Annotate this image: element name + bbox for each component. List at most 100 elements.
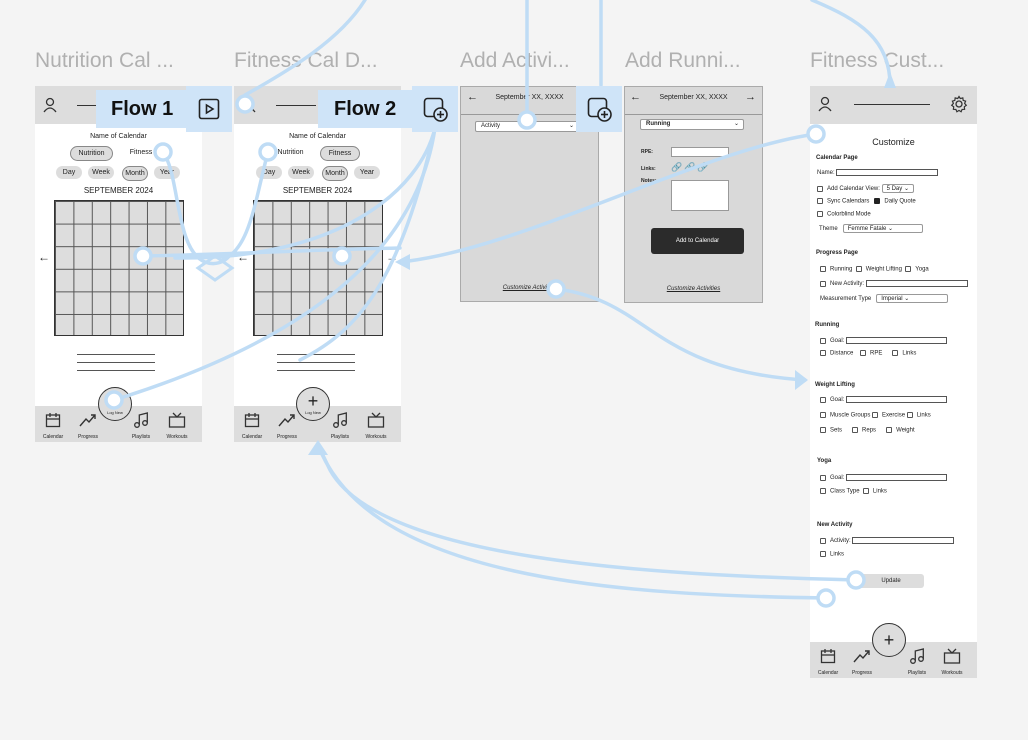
view-week[interactable]: Week xyxy=(88,166,114,179)
header-divider xyxy=(276,105,316,106)
rpe-input[interactable] xyxy=(671,147,729,157)
view-day[interactable]: Day xyxy=(56,166,82,179)
muscle-groups-checkbox[interactable] xyxy=(820,412,826,418)
log-new-button[interactable]: + Log New xyxy=(98,387,132,421)
frame-title-nutrition[interactable]: Nutrition Cal ... xyxy=(35,49,174,73)
toggle-nutrition[interactable]: Nutrition xyxy=(269,146,312,159)
notes-textarea[interactable] xyxy=(671,180,729,211)
view-day[interactable]: Day xyxy=(256,166,282,179)
flow-1-play-icon-box[interactable] xyxy=(186,86,232,132)
yoga-checkbox[interactable] xyxy=(905,266,912,272)
na-activity-checkbox[interactable] xyxy=(820,537,826,544)
view-year[interactable]: Year xyxy=(354,166,380,179)
view-month[interactable]: Month xyxy=(322,166,348,181)
nav-calendar[interactable]: Calendar xyxy=(235,412,269,440)
new-activity-input[interactable] xyxy=(865,280,968,287)
frame-title-customize[interactable]: Fitness Cust... xyxy=(810,49,944,73)
link-icon[interactable]: 🔗🔗🔗 xyxy=(671,162,711,173)
rpe-checkbox[interactable] xyxy=(860,350,867,356)
nav-workouts[interactable]: Workouts xyxy=(160,412,194,440)
toggle-fitness[interactable]: Fitness xyxy=(320,146,360,161)
profile-icon[interactable] xyxy=(43,97,57,113)
calendar-name-input[interactable] xyxy=(836,169,939,176)
profile-icon[interactable] xyxy=(242,97,256,113)
running-links-checkbox[interactable] xyxy=(892,350,899,356)
toggle-nutrition[interactable]: Nutrition xyxy=(70,146,113,161)
theme-select[interactable]: Femme Fatale ⌄ xyxy=(842,224,923,233)
reps-checkbox[interactable] xyxy=(852,427,859,433)
weight-lifting-checkbox[interactable] xyxy=(855,266,862,272)
frame-title-fitness[interactable]: Fitness Cal D... xyxy=(234,49,378,73)
nav-playlists[interactable]: Playlists xyxy=(124,412,158,440)
month-grid[interactable] xyxy=(253,200,383,336)
add-calendar-view-checkbox[interactable] xyxy=(817,185,823,192)
view-year[interactable]: Year xyxy=(154,166,180,179)
view-week[interactable]: Week xyxy=(288,166,314,179)
tv-icon xyxy=(168,412,186,428)
gear-icon[interactable] xyxy=(950,95,968,113)
wl-goal-input[interactable] xyxy=(846,396,948,403)
na-links-checkbox[interactable] xyxy=(820,551,826,557)
running-goal-checkbox[interactable] xyxy=(820,337,826,344)
prev-month-arrow-icon[interactable]: ← xyxy=(38,250,50,264)
sync-calendars-checkbox[interactable] xyxy=(817,198,823,204)
month-grid[interactable] xyxy=(54,200,184,336)
distance-checkbox[interactable] xyxy=(820,350,826,356)
nav-workouts[interactable]: Workouts xyxy=(359,412,393,440)
profile-icon[interactable] xyxy=(818,96,832,112)
nav-progress[interactable]: Progress xyxy=(270,412,304,440)
update-button[interactable]: Update xyxy=(858,574,924,588)
date-label: September XX, XXXX xyxy=(659,94,728,101)
nav-playlists[interactable]: Playlists xyxy=(323,412,357,440)
note-line xyxy=(77,354,155,355)
yoga-links-checkbox[interactable] xyxy=(862,488,869,494)
add-frame-icon-box[interactable] xyxy=(576,86,622,132)
view-month[interactable]: Month xyxy=(122,166,148,181)
daily-quote-checkbox[interactable] xyxy=(874,198,881,204)
yoga-goal-input[interactable] xyxy=(846,474,948,481)
frame-title-add-running[interactable]: Add Runni... xyxy=(625,49,741,73)
customize-activities-link[interactable]: Customize Activities xyxy=(625,286,762,292)
colorblind-mode-checkbox[interactable] xyxy=(817,211,823,217)
header-divider xyxy=(77,105,97,106)
frame-title-add-activity[interactable]: Add Activi... xyxy=(460,49,570,73)
measurement-select[interactable]: Imperial ⌄ xyxy=(876,294,949,303)
section-calendar-page: Calendar Page xyxy=(816,155,858,161)
weight-checkbox[interactable] xyxy=(886,427,893,433)
activity-select[interactable]: Running ⌄ xyxy=(640,119,744,130)
add-frame-icon xyxy=(587,97,612,122)
nav-calendar[interactable]: Calendar xyxy=(811,648,845,676)
nav-workouts[interactable]: Workouts xyxy=(935,648,969,676)
yoga-options-row: Class Type Links xyxy=(820,488,887,495)
nav-progress[interactable]: Progress xyxy=(845,648,879,676)
log-new-button[interactable]: + Log New xyxy=(296,387,330,421)
connector-arrowhead xyxy=(795,370,808,390)
next-month-arrow-icon[interactable]: → xyxy=(386,250,398,264)
sets-checkbox[interactable] xyxy=(820,427,826,433)
calendar-icon xyxy=(244,413,260,428)
toggle-fitness[interactable]: Fitness xyxy=(123,146,159,159)
flow-1-badge[interactable]: Flow 1 xyxy=(96,90,186,128)
na-activity-input[interactable] xyxy=(852,537,955,544)
new-activity-checkbox[interactable] xyxy=(820,280,826,287)
log-new-button[interactable]: + xyxy=(872,623,906,657)
flow-2-add-frame-icon-box[interactable] xyxy=(412,86,458,132)
activity-select[interactable]: Activity ⌄ xyxy=(475,121,579,132)
add-to-calendar-button[interactable]: Add to Calendar xyxy=(651,228,744,254)
wl-links-checkbox[interactable] xyxy=(906,412,913,418)
connector-line xyxy=(316,443,858,582)
flow-2-badge[interactable]: Flow 2 xyxy=(318,90,414,128)
running-goal-input[interactable] xyxy=(846,337,948,344)
exercise-checkbox[interactable] xyxy=(872,412,879,418)
yoga-goal-checkbox[interactable] xyxy=(820,474,826,481)
prev-month-arrow-icon[interactable]: ← xyxy=(237,250,249,264)
nav-progress[interactable]: Progress xyxy=(71,412,105,440)
section-weight-lifting: Weight Lifting xyxy=(815,382,855,388)
nav-calendar[interactable]: Calendar xyxy=(36,412,70,440)
calendar-view-select[interactable]: 5 Day ⌄ xyxy=(881,184,914,193)
wl-goal-checkbox[interactable] xyxy=(820,396,826,403)
running-checkbox[interactable] xyxy=(820,266,826,272)
nav-playlists[interactable]: Playlists xyxy=(900,648,934,676)
class-type-checkbox[interactable] xyxy=(820,488,826,494)
customize-activities-link[interactable]: Customize Activities xyxy=(461,285,598,291)
